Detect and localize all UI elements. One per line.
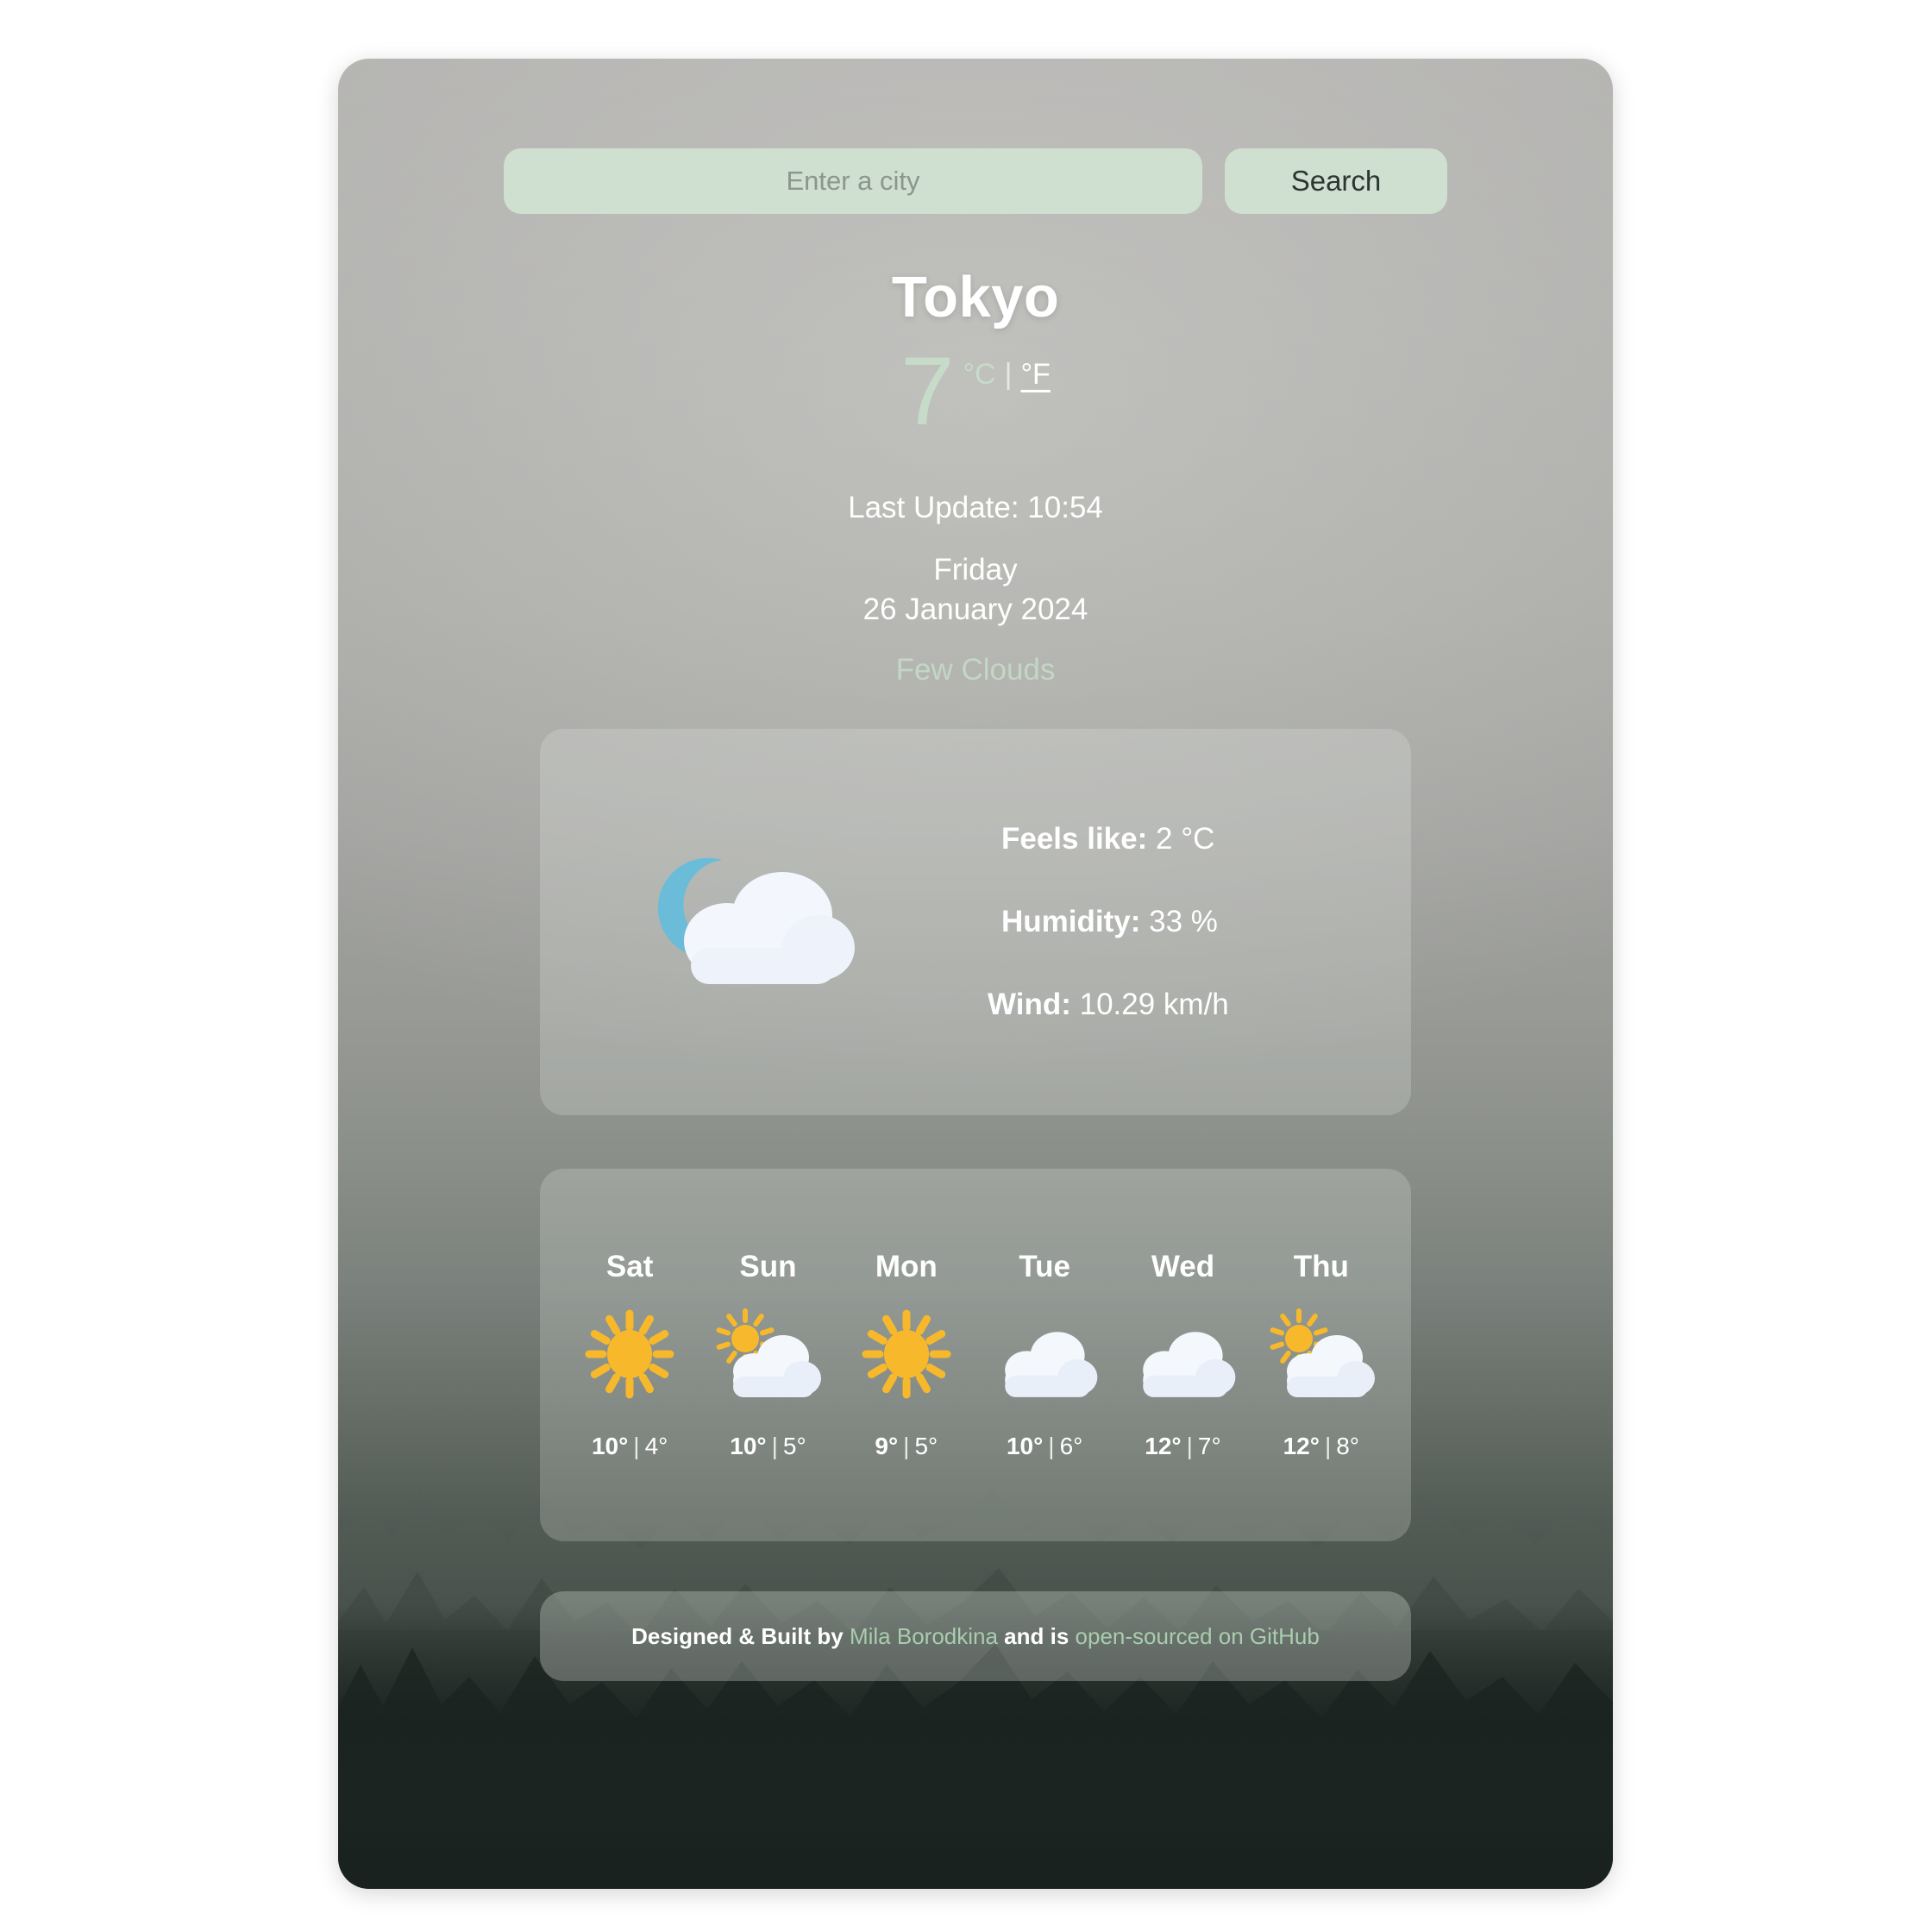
sun-behind-cloud-icon [717,1308,822,1398]
unit-separator: | [1004,358,1013,391]
app-content: Search Tokyo 7 °C | °F Last Update: 10:5… [338,59,1613,1889]
forecast-temp-separator: | [771,1433,778,1460]
forecast-temp-separator: | [1324,1433,1332,1460]
footer-middle: and is [997,1622,1076,1649]
cloud-icon [1143,1332,1236,1398]
day-name: Friday [933,553,1018,587]
detail-humidity: Humidity: 33 % [1001,905,1411,939]
forecast-temp-separator: | [1186,1433,1193,1460]
forecast-day-temps: 10° | 6° [1007,1433,1082,1460]
moon-behind-cloud-icon [657,858,855,985]
footer-card: Designed & Built by Mila Borodkina and i… [540,1591,1411,1682]
full-date: 26 January 2024 [862,593,1088,627]
cloud-icon [1005,1332,1098,1398]
sun-behind-cloud-icon [1270,1308,1375,1398]
search-button[interactable]: Search [1225,148,1447,214]
detail-humidity-value: 33 % [1149,905,1218,939]
forecast-temp-separator: | [1048,1433,1055,1460]
forecast-low: 6° [1059,1433,1083,1460]
forecast-high: 12° [1283,1433,1320,1460]
forecast-day-name: Tue [1019,1250,1070,1284]
forecast-high: 10° [591,1433,629,1460]
forecast-low: 4° [644,1433,668,1460]
forecast-day-icon-wrap [711,1303,825,1407]
forecast-low: 5° [782,1433,806,1460]
current-details-list: Feels like: 2 °C Humidity: 33 % Wind: 10… [975,822,1411,1022]
forecast-day-icon-wrap [1264,1303,1378,1407]
detail-wind-value: 10.29 km/h [1079,988,1229,1022]
forecast-low: 7° [1197,1433,1221,1460]
detail-feels-like-label: Feels like: [1001,822,1148,856]
sun-icon [862,1309,951,1399]
forecast-card: Sat 10° | 4° Sun 10° | 5° Mon 9° | 5° Tue 10° | 6° Wed 12… [540,1169,1411,1542]
forecast-low: 8° [1336,1433,1359,1460]
forecast-day-icon-wrap [850,1303,963,1407]
detail-feels-like: Feels like: 2 °C [1001,822,1411,856]
current-meta: Last Update: 10:54 Friday 26 January 202… [848,491,1103,687]
forecast-high: 9° [875,1433,899,1460]
search-input[interactable] [504,148,1202,214]
forecast-day-icon-wrap [988,1303,1101,1407]
forecast-day-name: Mon [875,1250,938,1284]
unit-fahrenheit-button[interactable]: °F [1020,358,1050,392]
forecast-day-name: Thu [1293,1250,1349,1284]
forecast-temp-separator: | [633,1433,640,1460]
forecast-low: 5° [914,1433,938,1460]
detail-wind-label: Wind: [988,988,1071,1022]
unit-celsius-button[interactable]: °C [963,358,995,392]
forecast-day: Sun 10° | 5° [702,1250,833,1460]
last-update: Last Update: 10:54 [848,491,1103,525]
forecast-day-icon-wrap [1126,1303,1239,1407]
footer-prefix: Designed & Built by [631,1622,850,1649]
weather-condition: Few Clouds [895,653,1056,687]
forecast-day-temps: 12° | 7° [1145,1433,1220,1460]
forecast-day: Mon 9° | 5° [841,1250,972,1460]
forecast-day: Thu 12° | 8° [1256,1250,1387,1460]
forecast-day-temps: 10° | 4° [592,1433,668,1460]
weather-app-window: Search Tokyo 7 °C | °F Last Update: 10:5… [338,59,1613,1889]
current-temperature-value: 7 [900,337,955,445]
detail-wind: Wind: 10.29 km/h [988,988,1411,1022]
unit-toggle: °C | °F [963,358,1050,392]
forecast-temp-separator: | [903,1433,910,1460]
forecast-day-icon-wrap [573,1303,687,1407]
forecast-day-name: Sat [605,1250,654,1284]
forecast-high: 12° [1145,1433,1182,1460]
current-temperature-row: 7 °C | °F [900,337,1051,445]
detail-humidity-label: Humidity: [1001,905,1141,939]
search-bar: Search [504,148,1447,214]
forecast-day: Sat 10° | 4° [564,1250,695,1460]
sun-icon [585,1309,674,1399]
forecast-day-temps: 10° | 5° [730,1433,806,1460]
forecast-high: 10° [1006,1433,1044,1460]
forecast-day-temps: 9° | 5° [875,1433,938,1460]
forecast-day-name: Wed [1151,1250,1215,1284]
forecast-day: Wed 12° | 7° [1117,1250,1248,1460]
forecast-day-temps: 12° | 8° [1283,1433,1359,1460]
forecast-high: 10° [730,1433,767,1460]
footer-github-link[interactable]: open-sourced on GitHub [1076,1623,1320,1649]
forecast-day: Tue 10° | 6° [979,1250,1110,1460]
footer-credit: Designed & Built by Mila Borodkina and i… [631,1623,1320,1650]
detail-feels-like-value: 2 °C [1156,822,1215,856]
footer-author-link[interactable]: Mila Borodkina [850,1623,998,1649]
current-weather-icon-wrap [540,836,975,1008]
current-details-card: Feels like: 2 °C Humidity: 33 % Wind: 10… [540,729,1411,1116]
city-name: Tokyo [891,265,1060,329]
forecast-day-name: Sun [739,1250,797,1284]
